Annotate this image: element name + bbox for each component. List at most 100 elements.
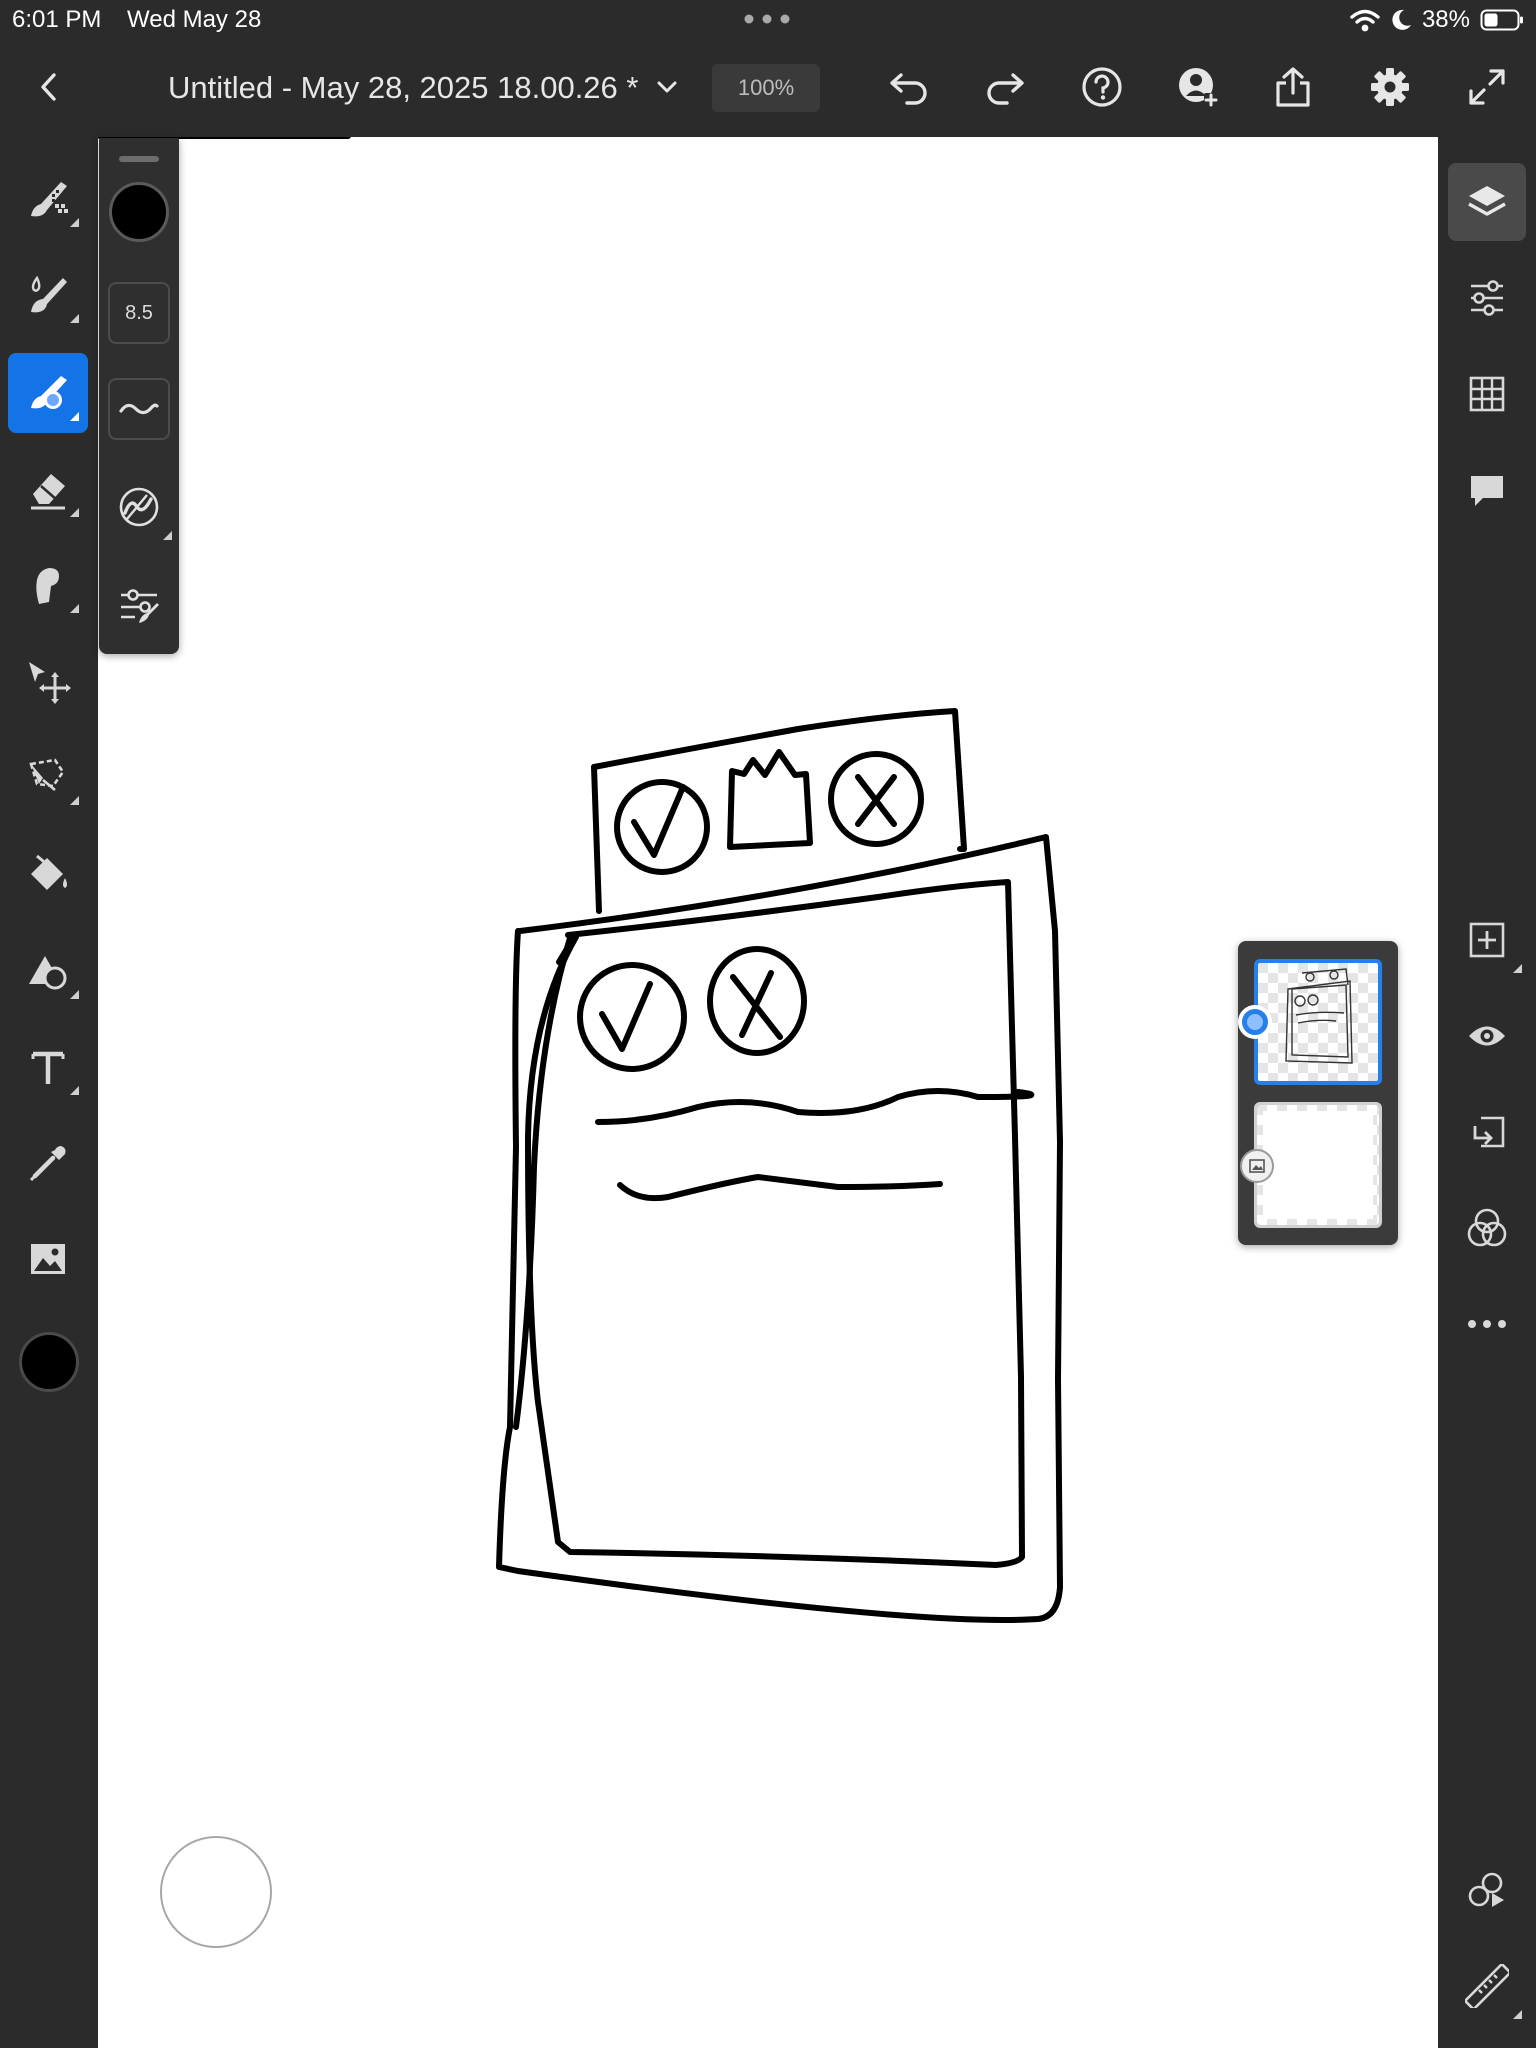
layers-icon [1468, 186, 1506, 216]
add-layer-button[interactable] [1448, 901, 1526, 979]
shape-icon [29, 956, 67, 990]
expand-icon [1469, 69, 1505, 105]
shape-tool[interactable] [8, 931, 88, 1011]
lasso-icon [29, 758, 65, 791]
submenu-indicator [163, 531, 172, 540]
zoom-level[interactable]: 100% [712, 64, 820, 112]
comments-button[interactable] [1448, 451, 1526, 529]
share-button[interactable] [1268, 62, 1318, 112]
live-brush-tool[interactable] [8, 255, 88, 335]
layer-properties-button[interactable] [1448, 259, 1526, 337]
status-bar: 6:01 PM Wed May 28 38% [0, 0, 1536, 40]
add-square-icon [1469, 922, 1505, 958]
more-horizontal-icon [1468, 1320, 1506, 1328]
status-time: 6:01 PM [12, 6, 102, 33]
fullscreen-button[interactable] [1462, 62, 1512, 112]
selection-tool[interactable] [8, 737, 88, 817]
brush-settings-panel: 8.5 [99, 138, 179, 654]
vector-brush-icon [31, 376, 67, 409]
ruler-icon [1465, 1964, 1509, 2008]
comment-icon [1471, 476, 1503, 506]
merge-layer-button[interactable] [1448, 1093, 1526, 1171]
eraser-tool[interactable] [8, 449, 88, 529]
back-button[interactable] [24, 62, 74, 112]
panel-drag-handle[interactable] [119, 156, 159, 162]
chevron-down-icon [657, 81, 677, 93]
left-toolbar [0, 137, 98, 2048]
grid-button[interactable] [1448, 355, 1526, 433]
top-toolbar: Untitled - May 28, 2025 18.00.26 * 100% [0, 40, 1536, 136]
add-user-icon [1179, 68, 1218, 107]
background-layer-preview [1257, 1105, 1379, 1225]
merge-down-icon [1473, 1116, 1505, 1148]
eraser-icon [31, 474, 65, 510]
chevron-left-icon [41, 73, 56, 101]
undo-icon [890, 73, 927, 105]
share-icon [1276, 67, 1310, 107]
settings-button[interactable] [1365, 62, 1415, 112]
color-swatch[interactable] [19, 1332, 79, 1392]
fill-tool[interactable] [8, 835, 88, 915]
layers-button[interactable] [1448, 163, 1526, 241]
smudge-tool[interactable] [8, 545, 88, 625]
image-icon [31, 1244, 65, 1274]
text-tool[interactable] [8, 1027, 88, 1107]
eye-icon [1469, 1026, 1505, 1046]
live-brush-icon [31, 275, 67, 313]
move-icon [29, 662, 71, 704]
battery-icon [1480, 9, 1523, 31]
eyedropper-icon [29, 1146, 66, 1182]
sliders-icon [1471, 280, 1503, 316]
brush-size[interactable]: 8.5 [108, 282, 170, 344]
brush-stroke-icon [119, 487, 159, 527]
document-menu-button[interactable] [642, 62, 692, 112]
image-tool[interactable] [8, 1219, 88, 1299]
right-toolbar [1438, 137, 1536, 2048]
layer-visibility-button[interactable] [1448, 997, 1526, 1075]
grid-icon [1469, 376, 1505, 412]
gear-icon [1371, 68, 1409, 106]
undo-button[interactable] [884, 62, 934, 112]
smudge-icon [36, 568, 59, 604]
transform-tool[interactable] [8, 641, 88, 721]
drawing-canvas[interactable] [98, 137, 1438, 2048]
brush-size-cursor [160, 1836, 272, 1948]
moon-icon [1392, 9, 1411, 30]
sliders-brush-icon [121, 589, 159, 623]
sketch-drawing [98, 137, 1063, 1623]
ruler-button[interactable] [1448, 1947, 1526, 2025]
document-title[interactable]: Untitled - May 28, 2025 18.00.26 * [168, 70, 638, 106]
active-layer-indicator [1238, 1005, 1272, 1039]
blend-mode-button[interactable] [1448, 1189, 1526, 1267]
more-layer-options-button[interactable] [1448, 1285, 1526, 1363]
text-icon [31, 1051, 65, 1084]
wifi-icon [1350, 9, 1380, 32]
timelapse-button[interactable] [1448, 1851, 1526, 1929]
layer-thumbnail-drawing[interactable] [1254, 959, 1382, 1085]
brush-smoothing-button[interactable] [108, 378, 170, 440]
redo-button[interactable] [980, 62, 1030, 112]
pixel-brush-icon [31, 182, 68, 217]
status-date: Wed May 28 [127, 6, 262, 33]
help-button[interactable] [1077, 62, 1127, 112]
layer-preview [1258, 963, 1378, 1081]
paint-bucket-icon [31, 854, 67, 890]
pixel-brush-tool[interactable] [8, 159, 88, 239]
vector-brush-tool[interactable] [8, 353, 88, 433]
image-layer-icon [1249, 1159, 1265, 1173]
timelapse-icon [1468, 1872, 1504, 1907]
battery-percentage: 38% [1421, 6, 1470, 33]
invite-button[interactable] [1173, 62, 1223, 112]
status-right: 38% [1350, 6, 1524, 34]
image-layer-badge [1240, 1149, 1274, 1183]
redo-icon [987, 73, 1024, 105]
layers-panel [1238, 941, 1398, 1245]
help-icon [1082, 67, 1122, 107]
wave-icon [119, 403, 159, 415]
eyedropper-tool[interactable] [8, 1123, 88, 1203]
brush-settings-button[interactable] [108, 574, 170, 636]
brush-style-button[interactable] [108, 476, 172, 540]
brush-color-swatch[interactable] [109, 182, 169, 242]
blend-circles-icon [1467, 1208, 1507, 1247]
multitasking-dots-icon[interactable] [744, 14, 790, 24]
